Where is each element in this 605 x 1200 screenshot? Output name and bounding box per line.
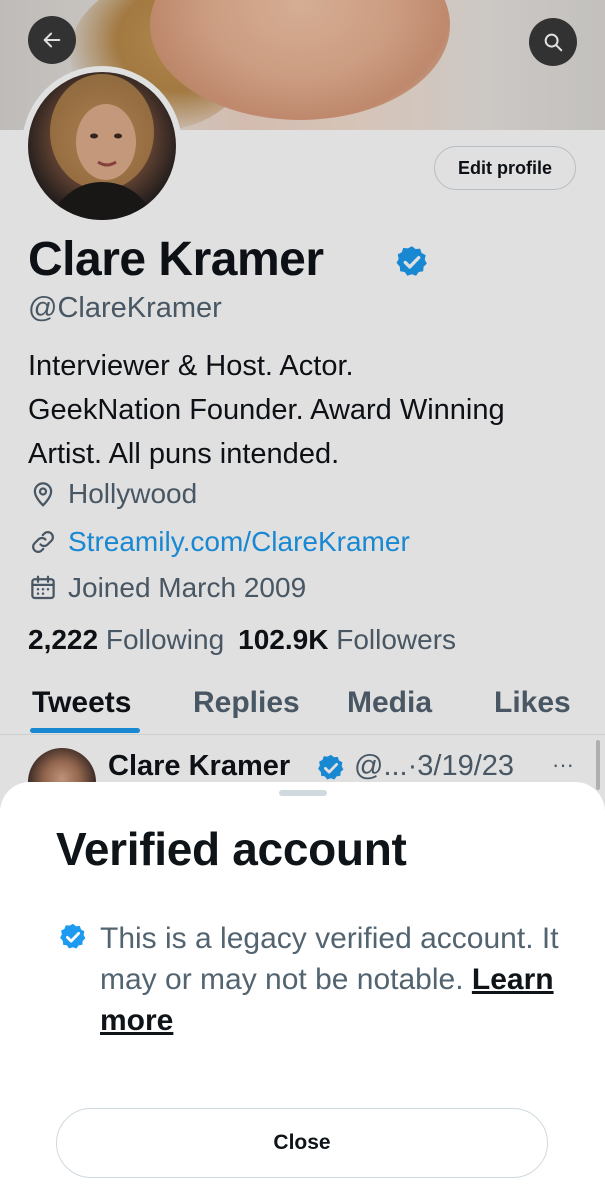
sheet-title: Verified account — [56, 823, 407, 875]
sheet-description: This is a legacy verified account. It ma… — [100, 918, 570, 1041]
sheet-grabber-handle[interactable] — [279, 790, 327, 796]
close-button[interactable]: Close — [56, 1108, 548, 1178]
verified-badge-icon — [60, 923, 86, 949]
